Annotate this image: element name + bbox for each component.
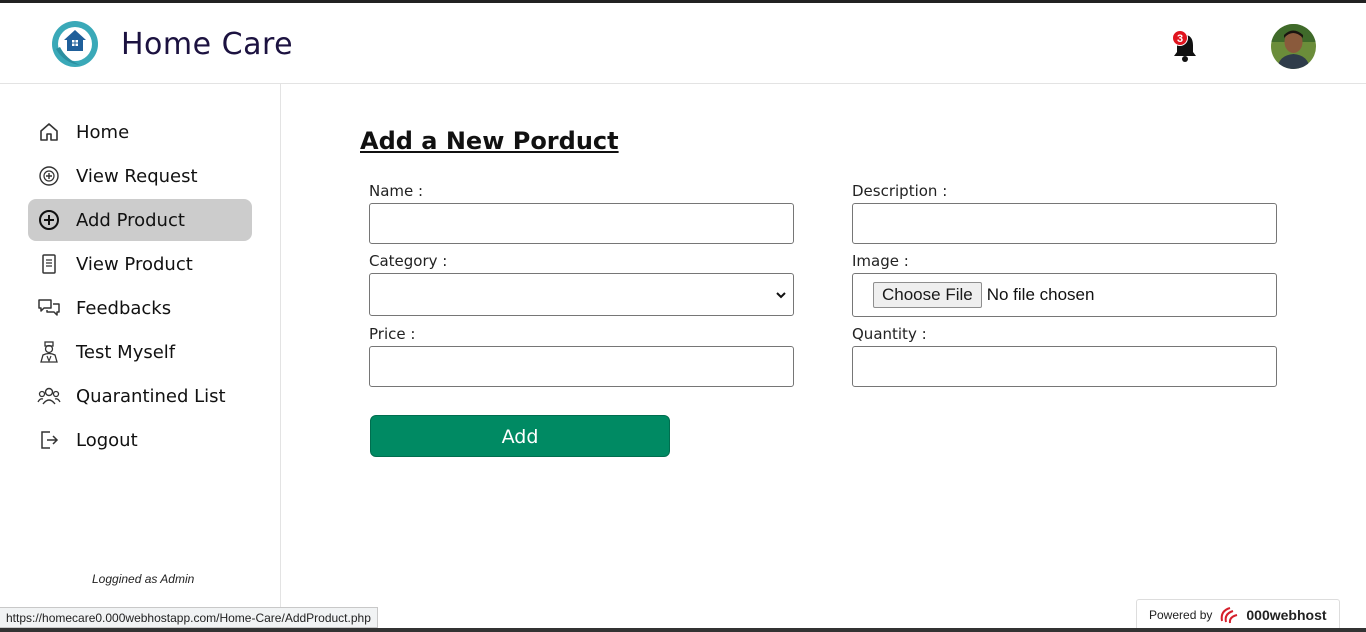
document-icon [37, 252, 61, 276]
logout-icon [37, 428, 61, 452]
description-input[interactable] [852, 203, 1277, 244]
chevron-down-icon [776, 292, 786, 299]
sidebar-item-label: Logout [76, 429, 138, 451]
sidebar-item-label: Add Product [76, 209, 185, 231]
add-product-button[interactable]: Add [370, 415, 670, 457]
sidebar-item-home[interactable]: Home [28, 111, 252, 153]
quantity-label: Quantity : [852, 325, 927, 343]
no-file-chosen-text: No file chosen [986, 285, 1095, 304]
main-content: Add a New Porduct Name : Description : C… [282, 84, 1366, 632]
image-label: Image : [852, 252, 909, 270]
sidebar-item-test-myself[interactable]: Test Myself [28, 331, 252, 373]
user-avatar[interactable] [1271, 24, 1316, 69]
notification-count-badge: 3 [1172, 30, 1188, 46]
powered-by-badge[interactable]: Powered by 000webhost [1136, 599, 1340, 631]
status-bar-url: https://homecare0.000webhostapp.com/Home… [0, 607, 378, 628]
price-input[interactable] [369, 346, 794, 387]
sidebar-item-logout[interactable]: Logout [28, 419, 252, 461]
choose-file-button[interactable]: Choose File [873, 282, 982, 308]
sidebar-item-label: Quarantined List [76, 385, 226, 407]
app-title: Home Care [121, 27, 294, 62]
page-title: Add a New Porduct [360, 127, 619, 155]
sidebar: Home View Request Add Product View Produ… [0, 84, 281, 632]
users-icon [37, 384, 61, 408]
plus-circle-icon [37, 208, 61, 232]
sidebar-item-label: Feedbacks [76, 297, 172, 319]
sidebar-item-quarantined-list[interactable]: Quarantined List [28, 375, 252, 417]
sidebar-item-label: Test Myself [76, 341, 176, 363]
window-bottom-border [0, 628, 1366, 632]
category-select[interactable] [369, 273, 794, 316]
sidebar-item-view-product[interactable]: View Product [28, 243, 252, 285]
top-header: Home Care 3 [0, 3, 1366, 84]
price-label: Price : [369, 325, 416, 343]
powered-by-text: Powered by [1149, 608, 1213, 622]
sidebar-item-add-product[interactable]: Add Product [28, 199, 252, 241]
description-label: Description : [852, 182, 948, 200]
chat-icon [37, 296, 61, 320]
name-input[interactable] [369, 203, 794, 244]
home-icon [37, 120, 61, 144]
doctor-icon [37, 340, 61, 364]
request-icon [37, 164, 61, 188]
home-care-logo[interactable] [50, 19, 100, 69]
image-file-input[interactable]: Choose File No file chosen [852, 273, 1277, 317]
category-label: Category : [369, 252, 448, 270]
name-label: Name : [369, 182, 424, 200]
sidebar-item-feedbacks[interactable]: Feedbacks [28, 287, 252, 329]
webhost-logo-icon [1221, 607, 1238, 624]
quantity-input[interactable] [852, 346, 1277, 387]
sidebar-item-label: View Request [76, 165, 198, 187]
logged-in-as-text: Loggined as Admin [92, 572, 195, 586]
webhost-brand-text: 000webhost [1246, 607, 1327, 623]
sidebar-item-label: Home [76, 121, 130, 143]
sidebar-item-view-request[interactable]: View Request [28, 155, 252, 197]
sidebar-item-label: View Product [76, 253, 193, 275]
